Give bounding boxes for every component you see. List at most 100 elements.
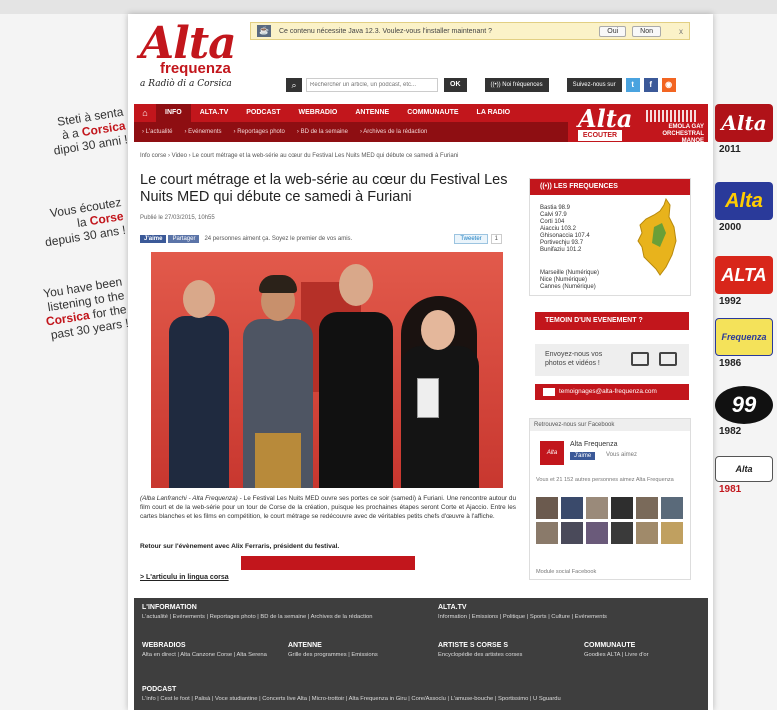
fan-avatar[interactable] (611, 522, 633, 544)
logo-badge: Alta (715, 182, 773, 220)
article-photo[interactable] (151, 252, 503, 488)
nav-item-podcast[interactable]: PODCAST (237, 104, 289, 122)
person-1 (169, 268, 229, 488)
search-icon[interactable]: ⌕ (286, 78, 302, 92)
frequencies-header: ((•)) LES FREQUENCES (530, 179, 690, 195)
send-media-box[interactable]: Envoyez-nous vos photos et vidéos ! (535, 344, 689, 376)
facebook-like-button[interactable]: J'aime (570, 452, 596, 460)
facebook-page-avatar[interactable]: Alta (540, 441, 564, 465)
rss-icon[interactable]: ◉ (661, 78, 676, 92)
footer-heading[interactable]: COMMUNAUTE (584, 642, 704, 649)
subnav-item-reportages[interactable]: › Reportages photo (234, 129, 285, 135)
facebook-fans-count: Vous et 21 152 autres personnes aimez Al… (536, 477, 674, 483)
logo-badge: ALTA (715, 256, 773, 294)
fan-avatar[interactable] (611, 497, 633, 519)
nav-item-altatv[interactable]: ALTA.TV (191, 104, 238, 122)
frequencies-list: Bastia 98.9 Calvi 97.9 Corti 104 Aiacciu… (540, 205, 590, 254)
home-icon[interactable]: ⌂ (134, 108, 156, 118)
java-no-button[interactable]: Non (632, 25, 661, 37)
corsican-article-link[interactable]: > L'articulu in lingua corsa (140, 574, 229, 581)
footer-links[interactable]: Encyclopédie des artistes corses (438, 652, 578, 659)
envelope-icon (543, 388, 555, 396)
person-3 (319, 260, 393, 488)
phone-icon (631, 352, 649, 366)
temoin-banner[interactable]: TEMOIN D'UN EVENEMENT ? (535, 312, 689, 330)
search-input[interactable] (306, 78, 438, 92)
footer-antenne: ANTENNE Grille des programmes | Emission… (288, 642, 428, 659)
java-message: Ce contenu nécessite Java 12.3. Voulez-v… (279, 27, 493, 35)
fan-avatar[interactable] (561, 497, 583, 519)
footer-links[interactable]: Goodies ALTA | Livre d'or (584, 652, 704, 659)
java-close-icon[interactable]: x (679, 27, 683, 36)
fan-avatar[interactable] (536, 522, 558, 544)
fan-avatar[interactable] (636, 497, 658, 519)
facebook-page-name[interactable]: Alta Frequenza (570, 441, 617, 448)
tweet-count: 1 (490, 234, 502, 244)
historic-logo-1981: Alta 1981 (715, 456, 773, 495)
footer-information: L'INFORMATION L'actualité | Evénements |… (142, 604, 432, 621)
nav-item-info[interactable]: INFO (156, 104, 191, 122)
subnav-item-archives[interactable]: › Archives de la rédaction (360, 129, 427, 135)
person-2 (243, 273, 313, 488)
footer-heading[interactable]: ALTA.TV (438, 604, 702, 611)
footer-heading[interactable]: PODCAST (142, 686, 702, 693)
ecouter-button[interactable]: ECOUTER (578, 130, 622, 141)
fan-avatar[interactable] (661, 522, 683, 544)
footer-heading[interactable]: ANTENNE (288, 642, 428, 649)
footer-links[interactable]: Information | Emissions | Politique | Sp… (438, 614, 702, 621)
article-date: Publié le 27/03/2015, 10h55 (140, 215, 215, 221)
sub-nav: › L'actualité › Evénements › Reportages … (134, 122, 568, 142)
fan-avatar[interactable] (536, 497, 558, 519)
fan-avatar[interactable] (636, 522, 658, 544)
photo-caption: (Alba Lanfranchi - Alta Frequenza) (140, 495, 238, 502)
fan-avatar[interactable] (586, 522, 608, 544)
email-address: temoignages@alta-frequenza.com (559, 388, 657, 395)
search-ok-button[interactable]: OK (444, 78, 467, 92)
email-contact-button[interactable]: temoignages@alta-frequenza.com (535, 384, 689, 400)
footer-altatv: ALTA.TV Information | Emissions | Politi… (438, 604, 702, 621)
subnav-item-evenements[interactable]: › Evénements (185, 129, 222, 135)
now-playing: EMOLA GAY ORCHESTRAL MANOE (662, 124, 704, 144)
site-footer: L'INFORMATION L'actualité | Evénements |… (134, 598, 708, 710)
fb-like-button[interactable]: J'aime (140, 235, 167, 243)
header-search-row: ⌕ OK ((•)) Noi fréquences Suivez-nous su… (286, 78, 676, 92)
footer-heading[interactable]: ARTISTE S CORSE S (438, 642, 578, 649)
footer-communaute: COMMUNAUTE Goodies ALTA | Livre d'or (584, 642, 704, 659)
footer-heading[interactable]: WEBRADIOS (142, 642, 278, 649)
fan-avatar[interactable] (561, 522, 583, 544)
nav-item-laradio[interactable]: LA RADIO (468, 104, 520, 122)
subnav-item-actualite[interactable]: › L'actualité (142, 129, 173, 135)
breadcrumb[interactable]: Info corse › Video › Le court métrage et… (140, 153, 560, 159)
radio-player[interactable]: Alta ECOUTER EMOLA GAY ORCHESTRAL MANOE (568, 104, 708, 144)
footer-links[interactable]: L'actualité | Evénements | Reportages ph… (142, 614, 432, 621)
corsica-map-icon (637, 197, 677, 276)
nav-item-webradio[interactable]: WEBRADIO (289, 104, 346, 122)
logo-badge: Alta (715, 456, 773, 482)
footer-links[interactable]: L'info | Cest le foot | Palisà | Voce st… (142, 696, 702, 703)
freq-item: Calvi 97.9 (540, 212, 567, 218)
subnav-item-bd[interactable]: › BD de la semaine (297, 129, 348, 135)
tweet-button[interactable]: Tweeter (454, 234, 488, 244)
nav-item-antenne[interactable]: ANTENNE (346, 104, 398, 122)
java-notification-bar: ☕ Ce contenu nécessite Java 12.3. Voulez… (250, 22, 690, 40)
logo-year: 2000 (719, 222, 742, 233)
footer-links[interactable]: Alta en direct | Alta Canzone Corse | Al… (142, 652, 278, 659)
fan-avatar[interactable] (586, 497, 608, 519)
slogan-english: You have been listening to the Corsica f… (8, 274, 129, 347)
facebook-aime-text: Vous aimez (606, 452, 638, 458)
twitter-icon[interactable]: t (625, 78, 640, 92)
browser-top-strip (0, 0, 777, 14)
fan-avatar[interactable] (661, 497, 683, 519)
site-logo[interactable]: Alta frequenza a Radiò di a Corsica (140, 22, 250, 92)
freq-item: Ghisonaccia 107.4 (540, 233, 590, 239)
audio-player[interactable] (241, 556, 415, 570)
fb-share-button[interactable]: Partager (168, 235, 200, 243)
frequencies-button[interactable]: ((•)) Noi fréquences (484, 78, 549, 92)
footer-links[interactable]: Grille des programmes | Emissions (288, 652, 428, 659)
freq-item: Bunifaziu 101.2 (540, 247, 582, 253)
follow-us-button[interactable]: Suivez-nous sur (566, 78, 622, 92)
footer-heading[interactable]: L'INFORMATION (142, 604, 432, 611)
java-yes-button[interactable]: Oui (599, 25, 627, 37)
facebook-icon[interactable]: f (643, 78, 658, 92)
nav-item-communaute[interactable]: COMMUNAUTE (398, 104, 467, 122)
